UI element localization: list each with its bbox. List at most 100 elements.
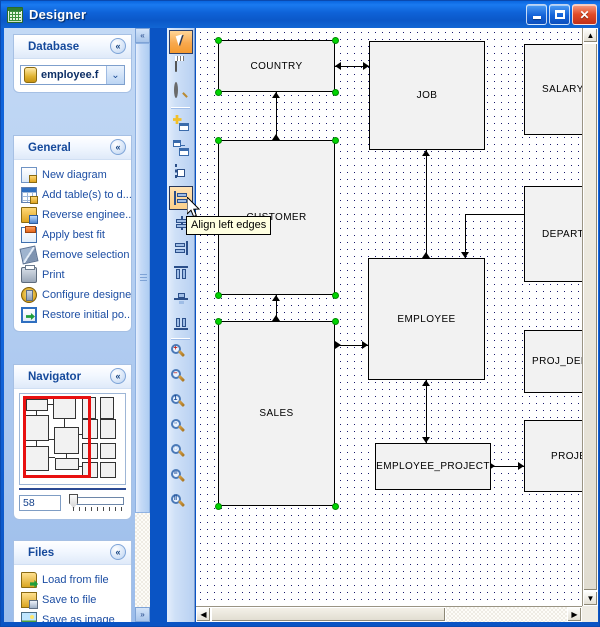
- table-node[interactable]: EMPLOYEE_PROJECT: [375, 443, 491, 490]
- menu-item-load-from-file[interactable]: Load from file: [14, 570, 131, 590]
- selection-handle[interactable]: [332, 503, 339, 510]
- chevron-collapse-icon[interactable]: «: [110, 544, 126, 560]
- scrollbar-thumb[interactable]: [211, 607, 446, 622]
- window-frame: Designer ✕ Database « employee.f ⌄ Gener…: [0, 0, 600, 627]
- zoom-out-tool[interactable]: –: [169, 367, 193, 391]
- selection-handle[interactable]: [332, 137, 339, 144]
- add-table-tool[interactable]: [169, 111, 193, 135]
- zoom-value-input[interactable]: 58: [19, 495, 61, 511]
- client-area: Database « employee.f ⌄ General « New di…: [4, 28, 598, 625]
- scroll-down-button[interactable]: ▼: [583, 591, 598, 606]
- selection-handle[interactable]: [332, 318, 339, 325]
- selection-handle[interactable]: [332, 292, 339, 299]
- add-relation-tool[interactable]: [169, 136, 193, 160]
- scroll-up-button[interactable]: ▲: [583, 28, 598, 43]
- align-right-edges-tool[interactable]: [169, 236, 193, 260]
- align-left-edges-tool[interactable]: [168, 186, 193, 210]
- zoom-100-tool[interactable]: 1: [169, 392, 193, 416]
- align-bottom-edges-tool[interactable]: [169, 311, 193, 335]
- selection-handle[interactable]: [215, 318, 222, 325]
- group-general-body: New diagram Add table(s) to d... Reverse…: [14, 160, 131, 331]
- navigator-viewport-rect[interactable]: [23, 396, 91, 478]
- navigator-thumbnail[interactable]: [19, 393, 126, 485]
- group-navigator-header[interactable]: Navigator «: [14, 365, 131, 389]
- chevron-down-icon[interactable]: ⌄: [106, 66, 124, 84]
- selection-handle[interactable]: [215, 292, 222, 299]
- toolbar-separator: [171, 338, 190, 339]
- zoom-in-tool[interactable]: +: [169, 342, 193, 366]
- menu-item-save-to-file[interactable]: Save to file: [14, 590, 131, 610]
- selection-handle[interactable]: [332, 89, 339, 96]
- task-pane-scrollbar[interactable]: « »: [135, 28, 150, 622]
- zoom-tool[interactable]: [169, 80, 193, 104]
- magnifier-fit-width-icon: ≡: [170, 468, 186, 484]
- selection-handle[interactable]: [215, 89, 222, 96]
- scroll-right-button[interactable]: ▶: [567, 607, 582, 622]
- select-tool[interactable]: [168, 30, 193, 54]
- edge-department-employee: [465, 214, 525, 215]
- scrollbar-thumb[interactable]: [583, 43, 598, 591]
- menu-item-configure-designer[interactable]: Configure designer: [14, 285, 131, 305]
- scrollbar-trough[interactable]: [583, 43, 598, 591]
- edge-arrow: [422, 150, 430, 156]
- canvas-horizontal-scrollbar[interactable]: ◀ ▶: [196, 606, 582, 622]
- database-combo[interactable]: employee.f ⌄: [20, 65, 125, 85]
- selection-handle[interactable]: [215, 503, 222, 510]
- selection-handle[interactable]: [332, 37, 339, 44]
- group-general-title: General: [28, 141, 71, 154]
- edge-arrow: [422, 380, 430, 386]
- align-horizontal-center-tool[interactable]: [169, 286, 193, 310]
- table-node[interactable]: SALARY_HISTORY: [524, 44, 582, 135]
- menu-item-restore-initial-position[interactable]: Restore initial po...: [14, 305, 131, 325]
- magnifier-fit-icon: ◌: [170, 443, 186, 459]
- minimize-button[interactable]: [526, 4, 547, 25]
- chevron-collapse-icon[interactable]: «: [110, 38, 126, 54]
- selection-handle[interactable]: [215, 137, 222, 144]
- zoom-slider-knob[interactable]: [69, 494, 78, 508]
- table-node[interactable]: JOB: [369, 41, 485, 150]
- menu-item-reverse-engineer[interactable]: Reverse enginee...: [14, 205, 131, 225]
- scroll-up-button[interactable]: «: [135, 28, 150, 43]
- new-diagram-icon: [21, 167, 37, 183]
- table-node[interactable]: DEPARTMENT: [524, 186, 582, 282]
- menu-item-save-as-image[interactable]: Save as image: [14, 610, 131, 622]
- zoom-selection-tool[interactable]: ▫: [169, 417, 193, 441]
- group-general-header[interactable]: General «: [14, 136, 131, 160]
- canvas-vertical-scrollbar[interactable]: ▲ ▼: [582, 28, 598, 606]
- group-database-header[interactable]: Database «: [14, 35, 131, 59]
- maximize-button[interactable]: [549, 4, 570, 25]
- table-node[interactable]: PROJECT: [524, 420, 582, 492]
- menu-item-print[interactable]: Print: [14, 265, 131, 285]
- scrollbar-trough[interactable]: [135, 513, 150, 607]
- align-top-edges-tool[interactable]: [169, 261, 193, 285]
- group-files-header[interactable]: Files «: [14, 541, 131, 565]
- scroll-down-button[interactable]: »: [135, 607, 150, 622]
- pan-tool[interactable]: [169, 55, 193, 79]
- menu-item-label: Reverse enginee...: [42, 209, 131, 221]
- menu-item-new-diagram[interactable]: New diagram: [14, 165, 131, 185]
- zoom-fit-width-tool[interactable]: ≡: [169, 467, 193, 491]
- scrollbar-trough[interactable]: [211, 607, 567, 622]
- chevron-collapse-icon[interactable]: «: [110, 139, 126, 155]
- group-navigator: Navigator « 58: [13, 364, 132, 520]
- close-button[interactable]: ✕: [572, 4, 597, 25]
- scroll-left-button[interactable]: ◀: [196, 607, 211, 622]
- zoom-slider[interactable]: [67, 494, 126, 512]
- selection-handle[interactable]: [215, 37, 222, 44]
- group-files: Files « Load from file Save to file Save…: [13, 540, 132, 622]
- menu-item-apply-best-fit[interactable]: Apply best fit: [14, 225, 131, 245]
- fit-selection-tool[interactable]: [169, 161, 193, 185]
- menu-item-label: Save as image: [42, 614, 115, 622]
- menu-item-remove-selection[interactable]: Remove selection: [14, 245, 131, 265]
- zoom-fit-tool[interactable]: ◌: [169, 442, 193, 466]
- database-cylinder-icon: [24, 67, 37, 83]
- menu-item-add-tables[interactable]: Add table(s) to d...: [14, 185, 131, 205]
- table-node[interactable]: COUNTRY: [218, 40, 335, 92]
- table-node[interactable]: SALES: [218, 321, 335, 506]
- diagram-canvas[interactable]: COUNTRY JOB SALARY_HISTORY CUSTOMER DEPA…: [196, 28, 582, 606]
- table-node[interactable]: EMPLOYEE: [368, 258, 485, 380]
- zoom-fit-height-tool[interactable]: ‖: [169, 492, 193, 516]
- table-node[interactable]: PROJ_DEPT_BUDGET: [524, 330, 582, 393]
- scrollbar-thumb[interactable]: [135, 43, 150, 513]
- chevron-collapse-icon[interactable]: «: [110, 368, 126, 384]
